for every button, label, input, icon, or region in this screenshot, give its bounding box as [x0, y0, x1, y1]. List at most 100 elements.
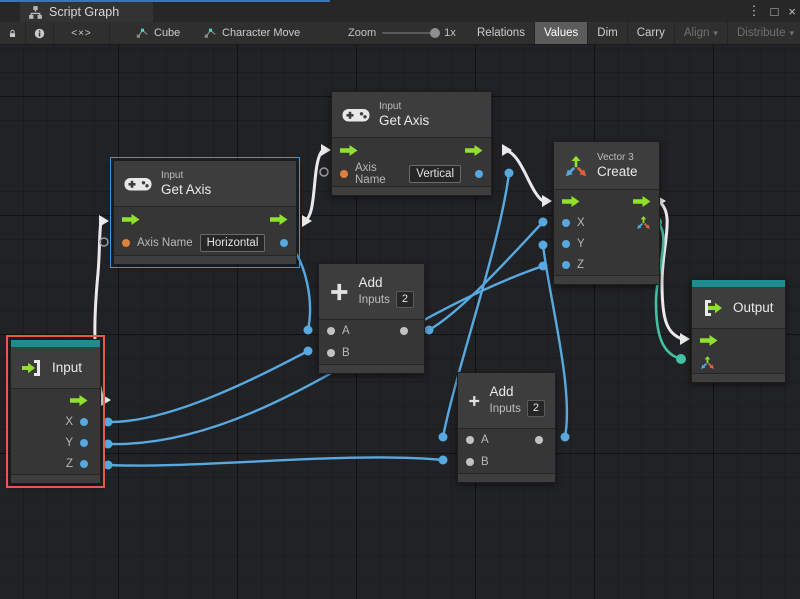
node-footer	[332, 186, 491, 195]
node-graph-input[interactable]: Input X Y Z	[10, 339, 101, 484]
node-graph-output[interactable]: Output	[691, 279, 786, 383]
inputs-count-field[interactable]: 2	[527, 400, 545, 417]
port-a[interactable]	[466, 436, 474, 444]
value-port-marker[interactable]	[561, 433, 570, 442]
graph-icon	[204, 27, 217, 39]
value-port-marker[interactable]	[304, 347, 313, 356]
port-x[interactable]	[80, 418, 88, 426]
graph-button-label: Cube	[154, 27, 180, 39]
inputs-label: Inputs	[359, 294, 390, 306]
axis-name-port[interactable]	[122, 239, 130, 247]
port-a[interactable]	[327, 327, 335, 335]
value-port-marker[interactable]	[104, 440, 113, 449]
value-port-marker[interactable]	[439, 456, 448, 465]
sum-out-port[interactable]	[535, 436, 543, 444]
flow-port-marker[interactable]	[680, 333, 690, 345]
wire-flow-horizontal-to-vertical[interactable]	[304, 150, 323, 221]
add-icon	[329, 279, 350, 305]
vector3-out-port-icon[interactable]	[636, 215, 651, 230]
tab-script-graph[interactable]: Script Graph	[20, 2, 153, 22]
lock-button[interactable]	[0, 22, 26, 44]
graph-button-character-move[interactable]: Character Move	[196, 22, 308, 44]
node-footer	[554, 275, 659, 284]
port-x[interactable]	[562, 219, 570, 227]
chevron-down-icon: ▾	[713, 28, 718, 39]
node-footer	[319, 364, 424, 373]
port-z[interactable]	[80, 460, 88, 468]
unconnected-port-ring[interactable]	[100, 238, 108, 246]
window-maximize-button[interactable]: □	[771, 4, 779, 19]
unconnected-port-ring[interactable]	[320, 168, 328, 176]
port-z[interactable]	[562, 261, 570, 269]
value-port-marker[interactable]	[539, 262, 548, 271]
vector3-port-marker[interactable]	[676, 354, 686, 364]
flow-out-arrow[interactable]	[465, 145, 483, 156]
port-b[interactable]	[466, 458, 474, 466]
flow-port-marker[interactable]	[101, 394, 111, 406]
flow-out-arrow[interactable]	[633, 196, 651, 207]
node-add-1[interactable]: Add Inputs 2 A B	[318, 263, 425, 374]
flow-port-marker[interactable]	[99, 215, 109, 227]
port-y[interactable]	[562, 240, 570, 248]
wire-inputx-to-add1-b[interactable]	[108, 351, 308, 422]
axis-name-port[interactable]	[340, 170, 348, 178]
value-port-marker[interactable]	[104, 418, 113, 427]
zoom-slider-handle[interactable]	[430, 28, 440, 38]
view-toggles: Relations Values Dim Carry Align ▾ Distr…	[468, 22, 800, 44]
node-title: Input	[52, 360, 82, 376]
vector3-icon	[564, 154, 588, 178]
flow-port-marker[interactable]	[321, 144, 331, 156]
flow-in-arrow[interactable]	[122, 214, 140, 225]
sum-out-port[interactable]	[400, 327, 408, 335]
lock-icon	[8, 27, 17, 40]
node-title: Get Axis	[161, 182, 211, 198]
flow-in-arrow[interactable]	[700, 335, 718, 346]
toggle-distribute[interactable]: Distribute ▾	[728, 22, 800, 44]
value-port-marker[interactable]	[425, 326, 434, 335]
graph-button-cube[interactable]: Cube	[128, 22, 188, 44]
zoom-slider[interactable]	[382, 32, 438, 34]
port-x-label: X	[65, 416, 73, 428]
toggle-values[interactable]: Values	[535, 22, 588, 44]
tab-title: Script Graph	[49, 5, 119, 19]
flow-in-arrow[interactable]	[562, 196, 580, 207]
inputs-count-field[interactable]: 2	[396, 291, 414, 308]
port-y[interactable]	[80, 439, 88, 447]
value-port-marker[interactable]	[104, 461, 113, 470]
code-view-button[interactable]: <×>	[54, 22, 110, 44]
axis-value-out-port[interactable]	[475, 170, 483, 178]
flow-port-marker[interactable]	[542, 195, 552, 207]
axis-name-field[interactable]: Vertical	[409, 165, 461, 183]
node-footer	[114, 255, 296, 264]
port-x-label: X	[577, 217, 585, 229]
value-port-marker[interactable]	[505, 169, 514, 178]
toggle-relations[interactable]: Relations	[468, 22, 535, 44]
window-close-button[interactable]: ×	[788, 4, 796, 19]
value-port-marker[interactable]	[304, 326, 313, 335]
axis-name-field[interactable]: Horizontal	[200, 234, 266, 252]
graph-canvas[interactable]: Input Get Axis Axis Name Vertical	[0, 45, 800, 599]
flow-out-arrow[interactable]	[270, 214, 288, 225]
info-button[interactable]	[26, 22, 54, 44]
value-port-marker[interactable]	[539, 241, 548, 250]
node-get-axis-vertical[interactable]: Input Get Axis Axis Name Vertical	[331, 91, 492, 196]
port-b[interactable]	[327, 349, 335, 357]
port-y-label: Y	[577, 238, 585, 250]
flow-out-arrow[interactable]	[70, 395, 88, 406]
vector3-in-port-icon[interactable]	[700, 355, 715, 370]
node-get-axis-horizontal[interactable]: Input Get Axis Axis Name Horizontal	[113, 160, 297, 265]
port-b-label: B	[481, 456, 489, 468]
graph-icon	[136, 27, 149, 39]
toggle-align[interactable]: Align ▾	[675, 22, 728, 44]
toggle-carry[interactable]: Carry	[628, 22, 675, 44]
node-add-2[interactable]: Add Inputs 2 A B	[457, 372, 556, 483]
toggle-dim[interactable]: Dim	[588, 22, 627, 44]
node-vector3-create[interactable]: Vector 3 Create X	[553, 141, 660, 285]
flow-in-arrow[interactable]	[340, 145, 358, 156]
axis-value-out-port[interactable]	[280, 239, 288, 247]
window-menu-button[interactable]: ⋮	[748, 3, 761, 19]
value-port-marker[interactable]	[439, 433, 448, 442]
value-port-marker[interactable]	[539, 218, 548, 227]
wire-inputz-to-add2-b[interactable]	[108, 457, 443, 465]
zoom-control: Zoom 1x	[348, 22, 456, 44]
